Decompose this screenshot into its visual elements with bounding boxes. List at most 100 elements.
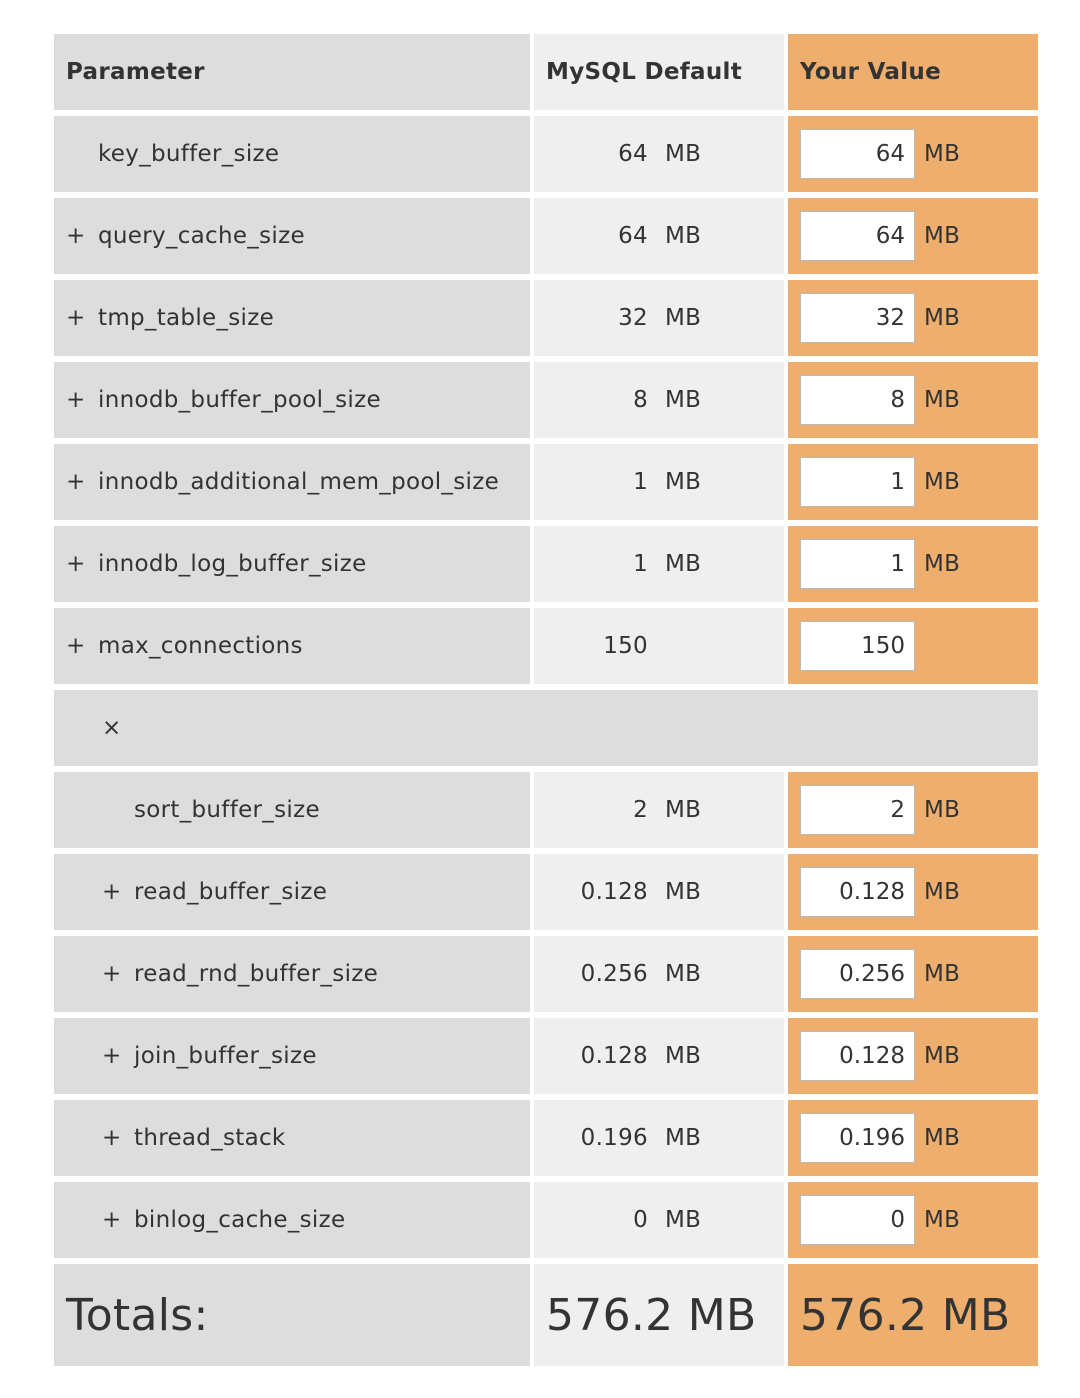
- param-name: sort_buffer_size: [134, 797, 320, 823]
- default-value: 0.256: [580, 961, 648, 987]
- param-row-thread-stack: + thread_stack 0.196 MB MB: [54, 1100, 1038, 1176]
- default-value-cell: 8 MB: [534, 362, 784, 438]
- your-value-cell: MB: [788, 444, 1038, 520]
- default-unit: MB: [665, 1125, 702, 1151]
- param-name: key_buffer_size: [98, 141, 280, 167]
- default-value-cell: 2 MB: [534, 772, 784, 848]
- default-value-cell: 1 MB: [534, 526, 784, 602]
- param-name-cell: + max_connections: [54, 608, 530, 684]
- default-value: 0.196: [580, 1125, 648, 1151]
- plus-sign: +: [66, 305, 86, 331]
- default-value-cell: 1 MB: [534, 444, 784, 520]
- default-unit: MB: [665, 879, 702, 905]
- param-name: innodb_additional_mem_pool_size: [98, 469, 500, 495]
- default-unit: MB: [665, 305, 702, 331]
- parameter-column-header: Parameter: [54, 34, 530, 110]
- totals-row: Totals: 576.2 MB 576.2 MB: [54, 1264, 1038, 1366]
- value-input[interactable]: [800, 621, 915, 671]
- param-name: innodb_log_buffer_size: [98, 551, 367, 577]
- value-input[interactable]: [800, 1195, 915, 1245]
- param-name: read_rnd_buffer_size: [134, 961, 379, 987]
- default-value: 32: [618, 305, 648, 331]
- default-value-cell: 0.256 MB: [534, 936, 784, 1012]
- global-parameters: key_buffer_size 64 MB MB + query_cache_size 64…: [54, 116, 1038, 684]
- value-unit: MB: [924, 1125, 961, 1151]
- param-row-binlog-cache-size: + binlog_cache_size 0 MB MB: [54, 1182, 1038, 1258]
- value-input[interactable]: [800, 949, 915, 999]
- default-value-cell: 64 MB: [534, 198, 784, 274]
- param-row-max-connections: + max_connections 150: [54, 608, 1038, 684]
- your-value-cell: MB: [788, 772, 1038, 848]
- value-input[interactable]: [800, 457, 915, 507]
- default-value: 2: [633, 797, 648, 823]
- your-value-cell: MB: [788, 854, 1038, 930]
- param-name: join_buffer_size: [134, 1043, 317, 1069]
- value-input[interactable]: [800, 867, 915, 917]
- value-input[interactable]: [800, 785, 915, 835]
- default-value-cell: 150: [534, 608, 784, 684]
- your-value-cell: MB: [788, 1100, 1038, 1176]
- param-name-cell: + binlog_cache_size: [54, 1182, 530, 1258]
- default-unit: MB: [665, 961, 702, 987]
- value-unit: MB: [924, 469, 961, 495]
- default-unit: MB: [665, 1043, 702, 1069]
- plus-sign: +: [66, 469, 86, 495]
- your-value-cell: MB: [788, 198, 1038, 274]
- default-value-cell: 32 MB: [534, 280, 784, 356]
- default-value-cell: 0 MB: [534, 1182, 784, 1258]
- your-value-cell: [788, 608, 1038, 684]
- default-value-cell: 0.128 MB: [534, 1018, 784, 1094]
- value-input[interactable]: [800, 539, 915, 589]
- default-value: 150: [603, 633, 648, 659]
- default-value-cell: 0.196 MB: [534, 1100, 784, 1176]
- per-thread-parameters: sort_buffer_size 2 MB MB + read_buffer_size 0.…: [54, 772, 1038, 1258]
- header-row: Parameter MySQL Default Your Value: [54, 34, 1038, 110]
- param-name-cell: + innodb_log_buffer_size: [54, 526, 530, 602]
- value-unit: MB: [924, 879, 961, 905]
- value-input[interactable]: [800, 293, 915, 343]
- value-unit: MB: [924, 141, 961, 167]
- value-input[interactable]: [800, 1113, 915, 1163]
- value-input[interactable]: [800, 129, 915, 179]
- param-name: query_cache_size: [98, 223, 305, 249]
- param-row-join-buffer-size: + join_buffer_size 0.128 MB MB: [54, 1018, 1038, 1094]
- totals-label: Totals:: [54, 1264, 530, 1366]
- param-row-key-buffer-size: key_buffer_size 64 MB MB: [54, 116, 1038, 192]
- default-value: 0.128: [580, 879, 648, 905]
- value-input[interactable]: [800, 211, 915, 261]
- value-unit: MB: [924, 961, 961, 987]
- param-row-innodb-additional-mem-pool-size: + innodb_additional_mem_pool_size 1 MB MB: [54, 444, 1038, 520]
- param-row-sort-buffer-size: sort_buffer_size 2 MB MB: [54, 772, 1038, 848]
- multiply-symbol: ×: [102, 715, 122, 741]
- default-value-cell: 0.128 MB: [534, 854, 784, 930]
- default-unit: MB: [665, 141, 702, 167]
- param-row-read-rnd-buffer-size: + read_rnd_buffer_size 0.256 MB MB: [54, 936, 1038, 1012]
- param-row-query-cache-size: + query_cache_size 64 MB MB: [54, 198, 1038, 274]
- default-value-cell: 64 MB: [534, 116, 784, 192]
- default-column-header: MySQL Default: [534, 34, 784, 110]
- param-name-cell: + innodb_buffer_pool_size: [54, 362, 530, 438]
- your-value-column-header: Your Value: [788, 34, 1038, 110]
- default-value: 1: [633, 551, 648, 577]
- default-value: 0: [633, 1207, 648, 1233]
- your-value-cell: MB: [788, 362, 1038, 438]
- your-value-cell: MB: [788, 1018, 1038, 1094]
- param-name: read_buffer_size: [134, 879, 328, 905]
- value-input[interactable]: [800, 375, 915, 425]
- your-value-cell: MB: [788, 116, 1038, 192]
- value-unit: MB: [924, 1207, 961, 1233]
- default-unit: MB: [665, 797, 702, 823]
- default-unit: MB: [665, 387, 702, 413]
- your-value-cell: MB: [788, 936, 1038, 1012]
- param-name-cell: + read_buffer_size: [54, 854, 530, 930]
- param-name: thread_stack: [134, 1125, 286, 1151]
- default-value: 64: [618, 141, 648, 167]
- value-unit: MB: [924, 797, 961, 823]
- param-name-cell: + join_buffer_size: [54, 1018, 530, 1094]
- param-name-cell: + innodb_additional_mem_pool_size: [54, 444, 530, 520]
- value-input[interactable]: [800, 1031, 915, 1081]
- default-total: 576.2 MB: [534, 1264, 784, 1366]
- param-row-tmp-table-size: + tmp_table_size 32 MB MB: [54, 280, 1038, 356]
- param-name: max_connections: [98, 633, 303, 659]
- plus-sign: +: [66, 551, 86, 577]
